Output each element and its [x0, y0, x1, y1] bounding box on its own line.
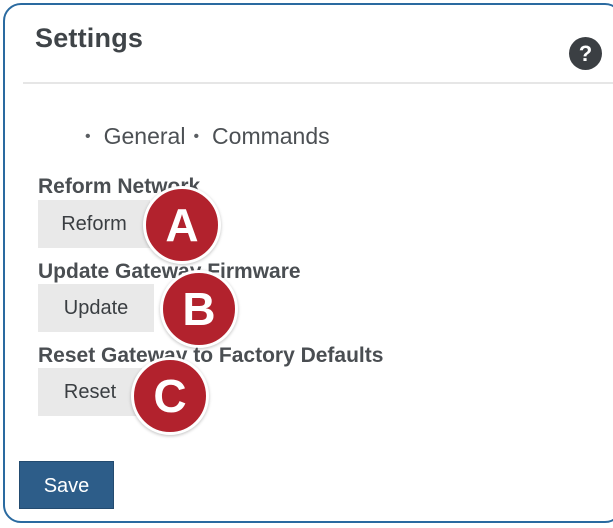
- settings-nav: • General • Commands: [85, 123, 330, 150]
- reset-button[interactable]: Reset: [38, 368, 142, 416]
- reset-defaults-label: Reset Gateway to Factory Defaults: [38, 344, 384, 367]
- reform-button[interactable]: Reform: [38, 200, 150, 248]
- header-divider: [23, 82, 613, 84]
- save-button[interactable]: Save: [19, 461, 114, 509]
- bullet-icon: •: [193, 128, 200, 145]
- update-button[interactable]: Update: [38, 284, 154, 332]
- callout-marker-b: B: [160, 270, 238, 348]
- bullet-icon: •: [85, 128, 91, 145]
- help-icon[interactable]: ?: [569, 37, 602, 70]
- nav-item-commands[interactable]: Commands: [212, 123, 330, 150]
- settings-panel: Settings ? • General • Commands Reform Netw…: [3, 3, 613, 523]
- panel-title: Settings: [35, 23, 144, 53]
- update-firmware-label: Update Gateway Firmware: [38, 260, 301, 283]
- callout-marker-c: C: [131, 357, 209, 435]
- nav-item-general[interactable]: General: [104, 123, 186, 150]
- callout-marker-a: A: [143, 186, 221, 264]
